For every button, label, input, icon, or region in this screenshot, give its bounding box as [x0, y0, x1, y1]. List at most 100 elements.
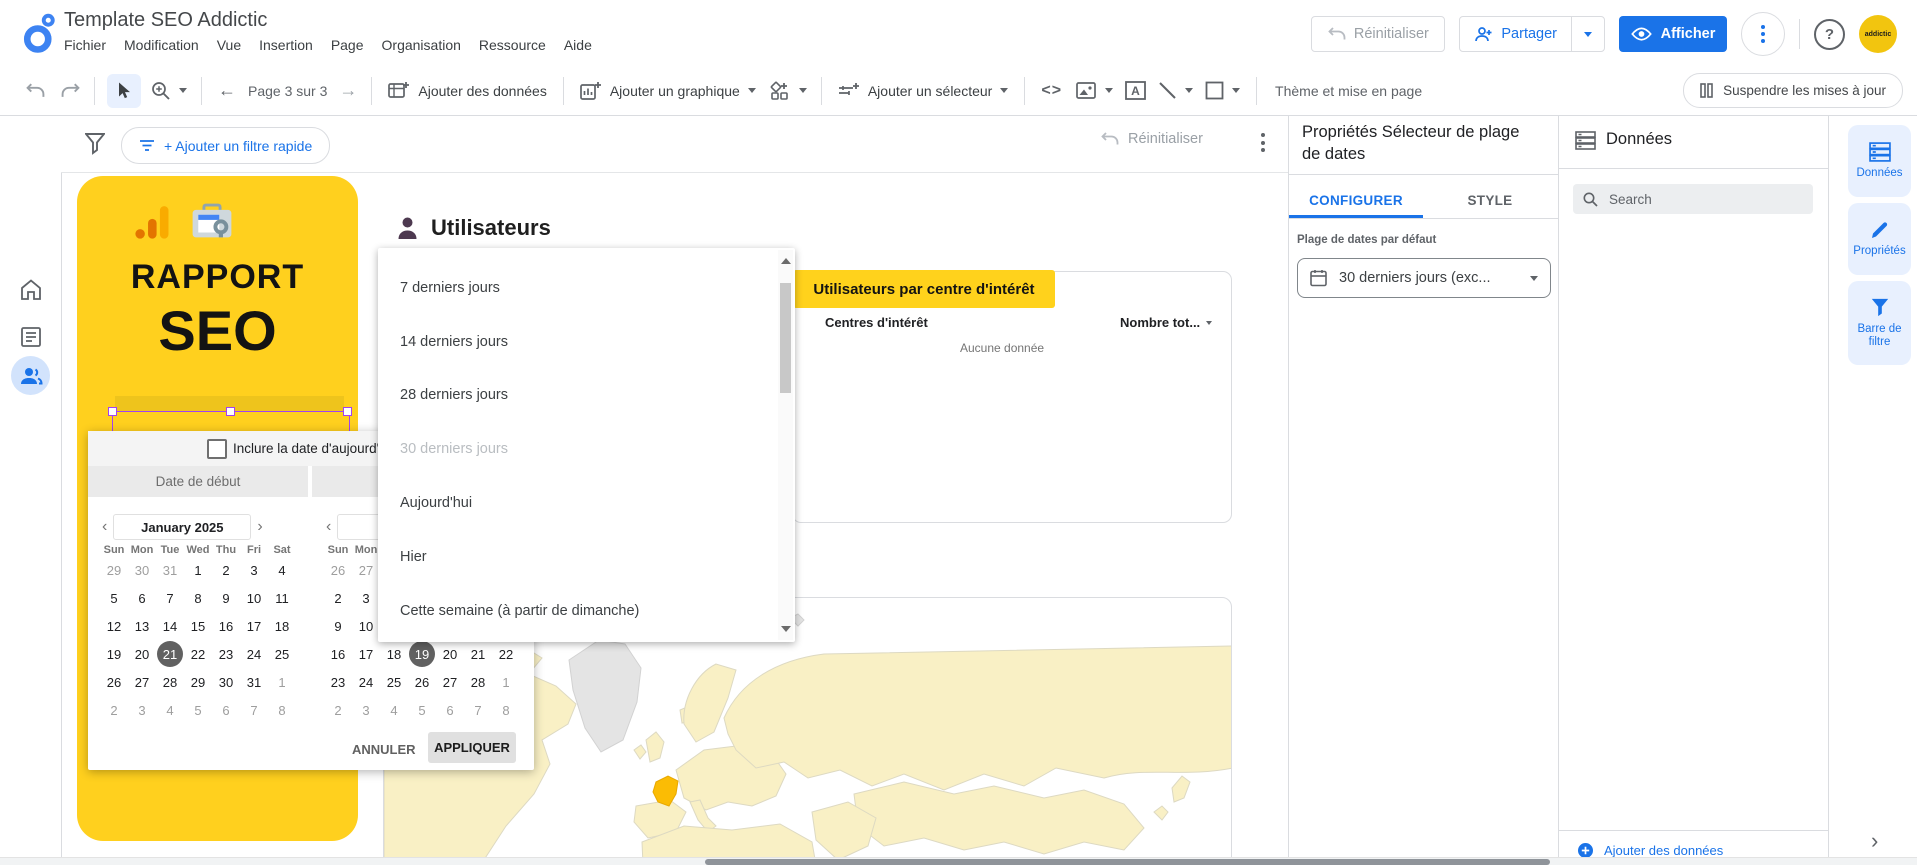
- scroll-down-icon[interactable]: [781, 626, 791, 632]
- previous-month-button[interactable]: ‹: [320, 518, 337, 536]
- calendar-day[interactable]: 5: [408, 696, 436, 724]
- interest-dimension-header[interactable]: Centres d'intérêt: [825, 315, 928, 330]
- default-date-range-select[interactable]: 30 derniers jours (exc...: [1297, 258, 1551, 298]
- calendar-day[interactable]: 2: [324, 696, 352, 724]
- share-options-dropdown[interactable]: [1571, 17, 1604, 51]
- calendar-day[interactable]: 5: [184, 696, 212, 724]
- calendar-day[interactable]: 6: [212, 696, 240, 724]
- selection-handle[interactable]: [108, 407, 117, 416]
- date-range-option[interactable]: 7 derniers jours: [378, 261, 795, 315]
- month-label[interactable]: January 2025: [113, 514, 251, 540]
- tab-configure[interactable]: CONFIGURER: [1289, 182, 1423, 218]
- calendar-day[interactable]: 18: [268, 612, 296, 640]
- include-today-checkbox[interactable]: [207, 439, 227, 459]
- looker-studio-logo-icon[interactable]: [22, 12, 58, 54]
- reset-button[interactable]: Réinitialiser: [1311, 16, 1445, 52]
- cancel-button[interactable]: ANNULER: [346, 736, 422, 763]
- redo-button[interactable]: [61, 83, 80, 98]
- shape-tool-button[interactable]: [1205, 81, 1240, 100]
- calendar-day[interactable]: 7: [464, 696, 492, 724]
- calendar-day[interactable]: 11: [268, 584, 296, 612]
- reports-nav-button[interactable]: [20, 326, 42, 348]
- horizontal-scrollbar[interactable]: [0, 857, 1917, 865]
- home-nav-button[interactable]: [19, 278, 43, 301]
- next-month-button[interactable]: ›: [251, 518, 268, 536]
- calendar-day[interactable]: 22: [492, 640, 520, 668]
- menu-item[interactable]: Ressource: [470, 37, 555, 53]
- calendar-day[interactable]: 2: [324, 584, 352, 612]
- filter-reset-button[interactable]: Réinitialiser: [1101, 131, 1203, 147]
- calendar-day[interactable]: 10: [240, 584, 268, 612]
- calendar-day[interactable]: 9: [324, 612, 352, 640]
- calendar-day[interactable]: 8: [492, 696, 520, 724]
- calendar-day[interactable]: 8: [184, 584, 212, 612]
- calendar-day[interactable]: 21: [464, 640, 492, 668]
- next-page-button[interactable]: →: [339, 80, 357, 101]
- search-input[interactable]: [1607, 191, 1791, 208]
- sharing-nav-button[interactable]: [11, 356, 50, 395]
- calendar-day[interactable]: 28: [464, 668, 492, 696]
- calendar-day[interactable]: 4: [156, 696, 184, 724]
- interest-metric-header[interactable]: Nombre tot...: [1120, 315, 1212, 330]
- community-visualizations-button[interactable]: [770, 81, 807, 101]
- calendar-day[interactable]: 15: [184, 612, 212, 640]
- calendar-day[interactable]: 12: [100, 612, 128, 640]
- menu-item[interactable]: Modification: [115, 37, 208, 53]
- help-button[interactable]: ?: [1814, 19, 1845, 50]
- calendar-day[interactable]: 9: [212, 584, 240, 612]
- calendar-day[interactable]: 23: [212, 640, 240, 668]
- menu-item[interactable]: Insertion: [250, 37, 322, 53]
- date-range-option[interactable]: 28 derniers jours: [378, 369, 795, 423]
- previous-month-button[interactable]: ‹: [96, 518, 113, 536]
- calendar-day[interactable]: 25: [380, 668, 408, 696]
- line-tool-button[interactable]: [1158, 81, 1193, 100]
- calendar-day[interactable]: 26: [100, 668, 128, 696]
- menu-item[interactable]: Vue: [208, 37, 250, 53]
- text-tool-button[interactable]: A: [1125, 81, 1146, 100]
- view-button[interactable]: Afficher: [1619, 16, 1727, 52]
- calendar-day[interactable]: 19: [100, 640, 128, 668]
- calendar-day[interactable]: 2: [212, 556, 240, 584]
- account-avatar[interactable]: addictic: [1859, 15, 1897, 53]
- scrollbar-thumb[interactable]: [780, 283, 791, 393]
- rail-filter-bar-button[interactable]: Barre de filtre: [1848, 281, 1911, 365]
- menu-item[interactable]: Fichier: [55, 37, 115, 53]
- calendar-day[interactable]: 20: [128, 640, 156, 668]
- more-options-button[interactable]: [1741, 12, 1785, 56]
- calendar-day[interactable]: 27: [436, 668, 464, 696]
- calendar-day[interactable]: 1: [268, 668, 296, 696]
- calendar-day[interactable]: 27: [128, 668, 156, 696]
- calendar-day[interactable]: 6: [436, 696, 464, 724]
- pause-updates-button[interactable]: Suspendre les mises à jour: [1683, 73, 1903, 108]
- calendar-day[interactable]: 26: [324, 556, 352, 584]
- calendar-day[interactable]: 20: [436, 640, 464, 668]
- theme-layout-button[interactable]: Thème et mise en page: [1275, 83, 1422, 99]
- start-date-field[interactable]: Date de début: [88, 466, 308, 497]
- calendar-day[interactable]: 24: [352, 668, 380, 696]
- selection-handle[interactable]: [226, 407, 235, 416]
- calendar-day[interactable]: 3: [240, 556, 268, 584]
- horizontal-scrollbar-thumb[interactable]: [705, 859, 1550, 865]
- page-indicator[interactable]: Page 3 sur 3: [248, 83, 327, 99]
- calendar-day[interactable]: 16: [212, 612, 240, 640]
- calendar-day[interactable]: 21: [157, 641, 183, 667]
- calendar-day[interactable]: 31: [156, 556, 184, 584]
- calendar-day[interactable]: 23: [324, 668, 352, 696]
- calendar-day[interactable]: 3: [352, 696, 380, 724]
- calendar-day[interactable]: 31: [240, 668, 268, 696]
- calendar-day[interactable]: 30: [212, 668, 240, 696]
- date-range-option[interactable]: Cette semaine (à partir de dimanche): [378, 584, 795, 638]
- calendar-day[interactable]: 6: [128, 584, 156, 612]
- calendar-day[interactable]: 13: [128, 612, 156, 640]
- calendar-day[interactable]: 26: [408, 668, 436, 696]
- calendar-day[interactable]: 8: [268, 696, 296, 724]
- embed-tool-button[interactable]: <>: [1041, 82, 1062, 100]
- calendar-day[interactable]: 17: [352, 640, 380, 668]
- calendar-day[interactable]: 5: [100, 584, 128, 612]
- collapse-panel-button[interactable]: ›: [1871, 828, 1878, 854]
- image-tool-button[interactable]: [1076, 82, 1113, 100]
- calendar-day[interactable]: 7: [240, 696, 268, 724]
- calendar-day[interactable]: 28: [156, 668, 184, 696]
- dropdown-scrollbar[interactable]: [778, 250, 793, 640]
- calendar-day[interactable]: 29: [184, 668, 212, 696]
